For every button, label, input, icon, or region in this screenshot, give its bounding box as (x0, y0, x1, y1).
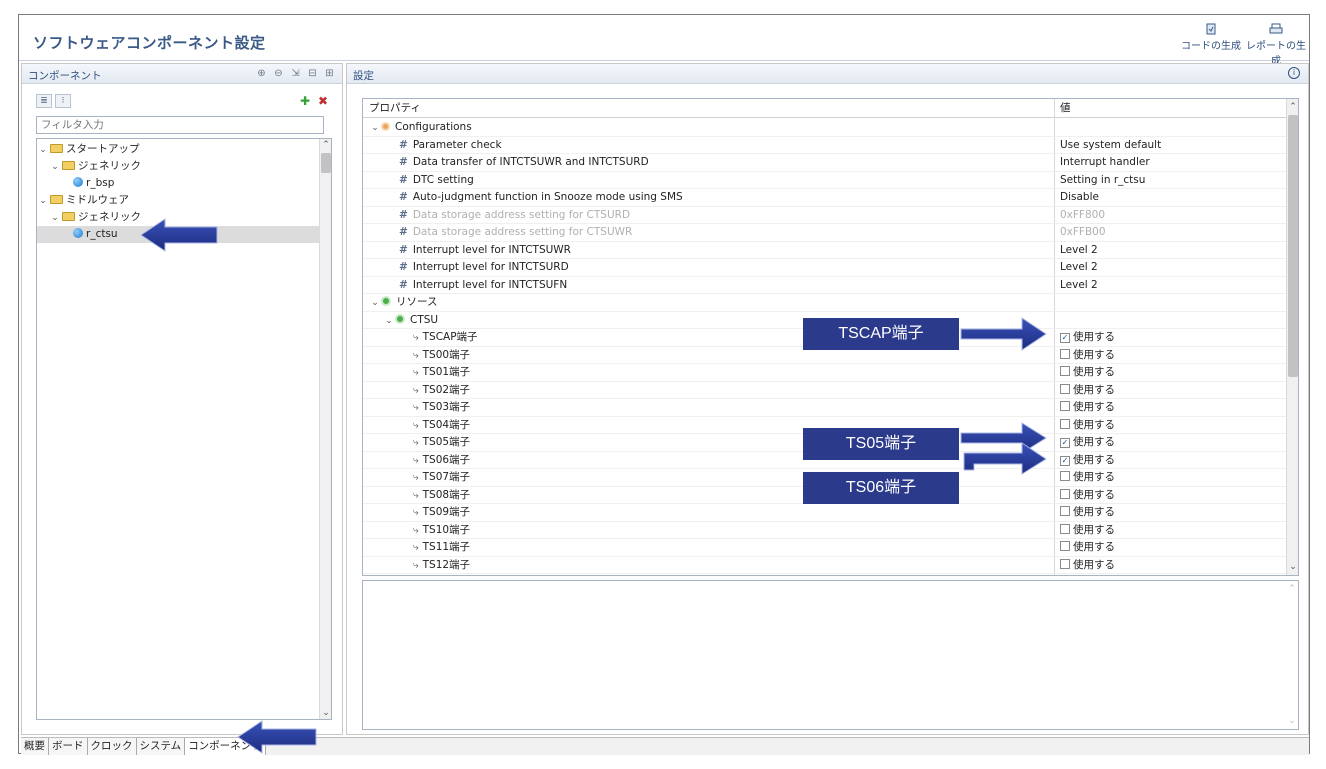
arrow-to-tscap-icon (960, 317, 1047, 351)
arrow-to-component-tab-icon (237, 720, 317, 754)
arrow-to-ts06-icon (963, 442, 1047, 475)
arrow-to-r-ctsu-icon (140, 218, 218, 252)
annotation-arrows (140, 218, 1047, 754)
arrow-to-ts05-icon (960, 422, 1047, 454)
